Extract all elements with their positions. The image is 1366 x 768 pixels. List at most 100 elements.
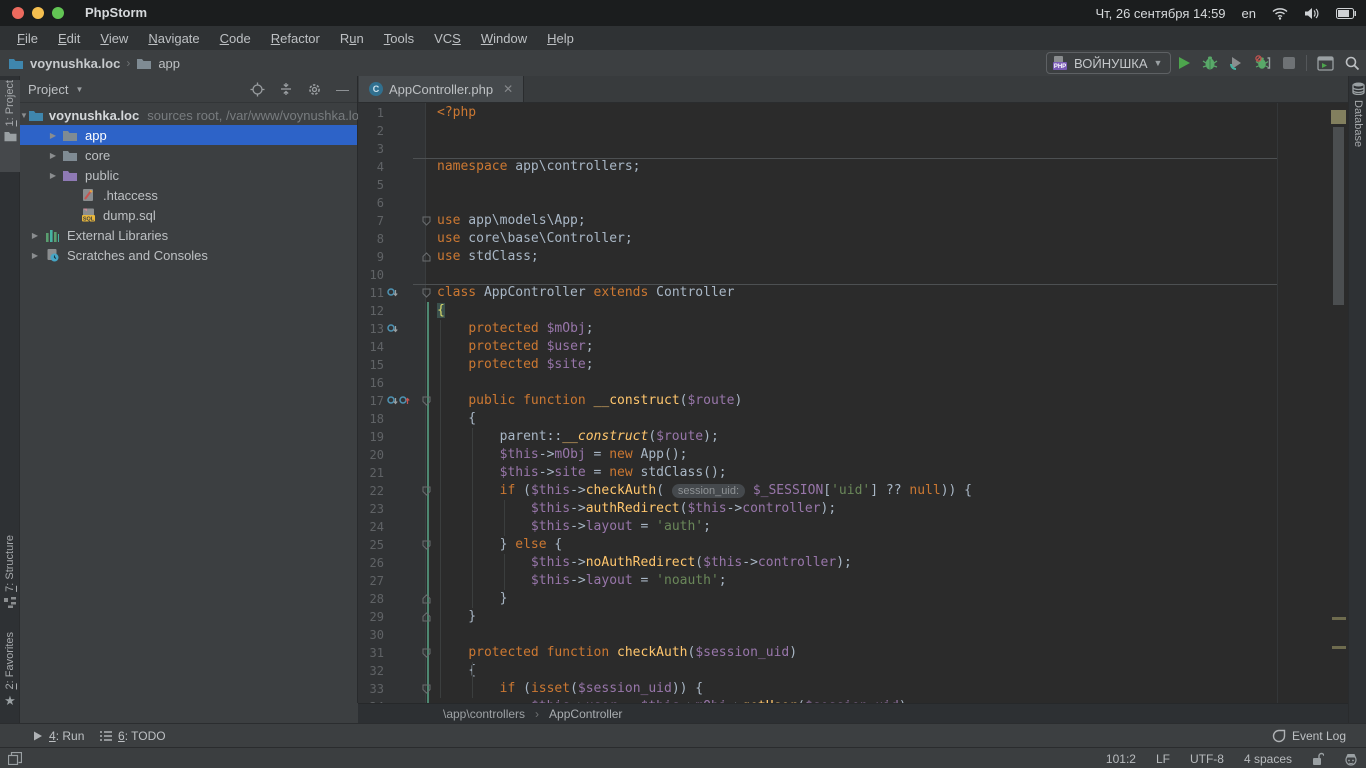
code-line-1[interactable]: 1<?php <box>358 104 1348 122</box>
locate-file-button[interactable] <box>250 82 265 97</box>
collapse-all-button[interactable] <box>279 82 293 96</box>
breadcrumb-project[interactable]: voynushka.loc <box>30 56 120 71</box>
code-line-27[interactable]: 27 $this->layout = 'noauth'; <box>358 572 1348 590</box>
code-line-23[interactable]: 23 $this->authRedirect($this->controller… <box>358 500 1348 518</box>
menu-help[interactable]: Help <box>538 29 583 48</box>
menu-view[interactable]: View <box>91 29 137 48</box>
editor-scrollbar[interactable] <box>1333 127 1344 305</box>
menu-window[interactable]: Window <box>472 29 536 48</box>
maximize-window-button[interactable] <box>52 7 64 19</box>
code-line-6[interactable]: 6 <box>358 194 1348 212</box>
overridden-marker-icon[interactable] <box>387 395 398 407</box>
code-line-19[interactable]: 19 parent::__construct($route); <box>358 428 1348 446</box>
code-line-17[interactable]: 17 public function __construct($route) <box>358 392 1348 410</box>
menu-edit[interactable]: Edit <box>49 29 89 48</box>
run-configuration-select[interactable]: PHP ВОЙНУШКА ▼ <box>1046 52 1171 74</box>
inspection-profile-icon[interactable] <box>1344 752 1358 766</box>
menu-vcs[interactable]: VCS <box>425 29 470 48</box>
code-line-3[interactable]: 3 <box>358 140 1348 158</box>
code-line-25[interactable]: 25 } else { <box>358 536 1348 554</box>
debug-button[interactable] <box>1202 55 1218 71</box>
tool-window-tab-todo[interactable]: 6: TODO <box>100 724 166 748</box>
settings-gear-icon[interactable] <box>307 82 322 97</box>
overridden-marker-icon[interactable] <box>387 287 398 299</box>
tree-item--htaccess[interactable]: .htaccess <box>20 185 357 205</box>
fold-marker[interactable] <box>422 486 431 496</box>
run-with-coverage-button[interactable] <box>1228 55 1244 71</box>
battery-icon[interactable] <box>1336 8 1356 19</box>
tool-window-tab-run[interactable]: 4: Run <box>33 724 84 748</box>
event-log-button[interactable]: Event Log <box>1272 724 1346 748</box>
code-line-16[interactable]: 16 <box>358 374 1348 392</box>
tree-expand-arrow[interactable]: ▶ <box>28 251 42 260</box>
tool-window-tab-favorites[interactable]: 2: Favorites ★ <box>0 632 20 724</box>
menu-navigate[interactable]: Navigate <box>139 29 208 48</box>
code-line-31[interactable]: 31 protected function checkAuth($session… <box>358 644 1348 662</box>
code-line-12[interactable]: 12{ <box>358 302 1348 320</box>
code-line-28[interactable]: 28 } <box>358 590 1348 608</box>
tool-window-switcher-icon[interactable] <box>8 752 22 765</box>
code-line-22[interactable]: 22 if ($this->checkAuth( session_uid: $_… <box>358 482 1348 500</box>
code-editor[interactable]: 1<?php234namespace app\controllers;567us… <box>358 103 1348 703</box>
code-line-26[interactable]: 26 $this->noAuthRedirect($this->controll… <box>358 554 1348 572</box>
warning-stripe-mark[interactable] <box>1332 617 1346 620</box>
code-line-32[interactable]: 32 { <box>358 662 1348 680</box>
fold-marker[interactable] <box>422 648 431 658</box>
overridden-marker-icon[interactable] <box>387 323 398 335</box>
tree-item-voynushka-loc[interactable]: ▼voynushka.locsources root, /var/www/voy… <box>20 105 357 125</box>
run-button[interactable] <box>1176 55 1192 71</box>
menu-run[interactable]: Run <box>331 29 373 48</box>
tree-expand-arrow[interactable]: ▶ <box>46 131 60 140</box>
chevron-down-icon[interactable]: ▼ <box>75 85 83 94</box>
code-line-2[interactable]: 2 <box>358 122 1348 140</box>
tree-item-dump-sql[interactable]: SQLdump.sql <box>20 205 357 225</box>
tree-item-app[interactable]: ▶app <box>20 125 357 145</box>
menu-tools[interactable]: Tools <box>375 29 423 48</box>
line-separator[interactable]: LF <box>1156 752 1170 766</box>
run-anything-window-button[interactable] <box>1317 56 1334 71</box>
tree-expand-arrow-open[interactable]: ▼ <box>20 111 28 120</box>
tool-window-tab-database[interactable]: Database <box>1349 82 1366 174</box>
tree-expand-arrow[interactable]: ▶ <box>46 151 60 160</box>
code-line-24[interactable]: 24 $this->layout = 'auth'; <box>358 518 1348 536</box>
keyboard-layout-indicator[interactable]: en <box>1242 6 1256 21</box>
caret-position[interactable]: 101:2 <box>1106 752 1136 766</box>
menu-refactor[interactable]: Refactor <box>262 29 329 48</box>
code-line-30[interactable]: 30 <box>358 626 1348 644</box>
warning-stripe-mark[interactable] <box>1332 646 1346 649</box>
code-line-9[interactable]: 9use stdClass; <box>358 248 1348 266</box>
fold-marker[interactable] <box>422 396 431 406</box>
code-line-11[interactable]: 11class AppController extends Controller <box>358 284 1348 302</box>
tree-item-external-libraries[interactable]: ▶External Libraries <box>20 225 357 245</box>
code-line-7[interactable]: 7use app\models\App; <box>358 212 1348 230</box>
fold-marker[interactable] <box>422 540 431 550</box>
stop-button[interactable] <box>1282 56 1296 70</box>
attach-debugger-button[interactable] <box>1254 55 1272 71</box>
fold-marker[interactable] <box>422 612 431 622</box>
fold-marker[interactable] <box>422 288 431 298</box>
code-line-5[interactable]: 5 <box>358 176 1348 194</box>
search-everywhere-button[interactable] <box>1344 55 1360 71</box>
fold-marker[interactable] <box>422 216 431 226</box>
fold-marker[interactable] <box>422 252 431 262</box>
tree-expand-arrow[interactable]: ▶ <box>28 231 42 240</box>
file-encoding[interactable]: UTF-8 <box>1190 752 1224 766</box>
code-line-15[interactable]: 15 protected $site; <box>358 356 1348 374</box>
tree-expand-arrow[interactable]: ▶ <box>46 171 60 180</box>
code-line-14[interactable]: 14 protected $user; <box>358 338 1348 356</box>
code-line-33[interactable]: 33 if (isset($session_uid)) { <box>358 680 1348 698</box>
tree-item-core[interactable]: ▶core <box>20 145 357 165</box>
fold-marker[interactable] <box>422 594 431 604</box>
tool-window-tab-structure[interactable]: 7: Structure <box>0 535 20 627</box>
tree-item-scratches-and-consoles[interactable]: ▶Scratches and Consoles <box>20 245 357 265</box>
code-line-10[interactable]: 10 <box>358 266 1348 284</box>
indent-setting[interactable]: 4 spaces <box>1244 752 1292 766</box>
wifi-icon[interactable] <box>1272 7 1288 20</box>
code-line-13[interactable]: 13 protected $mObj; <box>358 320 1348 338</box>
breadcrumb-namespace[interactable]: \app\controllers <box>443 707 525 721</box>
close-tab-icon[interactable]: ✕ <box>503 82 513 96</box>
code-line-20[interactable]: 20 $this->mObj = new App(); <box>358 446 1348 464</box>
fold-marker[interactable] <box>422 684 431 694</box>
code-line-18[interactable]: 18 { <box>358 410 1348 428</box>
volume-icon[interactable] <box>1304 7 1320 20</box>
